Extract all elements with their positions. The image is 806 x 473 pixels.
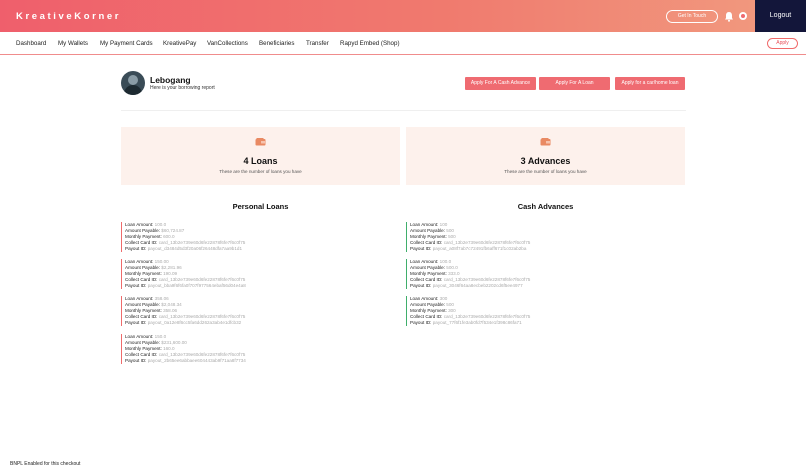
payout-value: payout_0a12e8f6cc5fa6dd262a3ab4e1dfcb32: [147, 320, 242, 326]
profile-avatar: [121, 71, 145, 95]
amount-payable-value: $2,281.96: [161, 265, 182, 271]
loan-amount-value: 300: [439, 296, 448, 301]
payout-value: payout_a08f7ab7c72491fb6aff671f1c02ab2ba: [432, 246, 527, 252]
loan-amount-value: 100.0: [439, 259, 452, 264]
advance-entry: Loan Amount: 300 Amount Payable: 500 Mon…: [406, 296, 666, 327]
collect-card-value: card_13b2e739e60d6fe22878f6fe7f6c0f75: [158, 240, 246, 246]
amount-payable-value: $2,048.34: [161, 302, 182, 308]
nav-item-rapyd-embed[interactable]: Rapyd Embed (Shop): [340, 40, 400, 47]
amount-payable-value: $231,600.00: [161, 340, 187, 346]
wallet-icon: [255, 138, 266, 146]
apply-cash-advance-button[interactable]: Apply For A Cash Advance: [465, 77, 536, 90]
loan-amount-value: 358.06: [154, 296, 169, 301]
amount-payable-value: 500: [446, 228, 454, 234]
payout-value: payout_bba9f6f6fa0f707f977564ebaf56d04e4…: [147, 283, 246, 289]
advances-description: These are the number of loans you have: [504, 169, 587, 174]
monthly-payment-value: 190.09: [163, 271, 178, 277]
loan-amount-value: 100: [439, 222, 448, 227]
collect-card-value: card_13b2e739e60d6fe22878f6fe7f6c0f75: [158, 352, 246, 358]
apply-loan-button[interactable]: Apply For A Loan: [539, 77, 610, 90]
top-bar: KreativeKorner Get In Touch Logout: [0, 0, 806, 32]
main-nav: Dashboard My Wallets My Payment Cards Kr…: [0, 32, 806, 55]
wallet-icon: [540, 138, 551, 146]
collect-card-value: card_13b2e739e60d6fe22878f6fe7f6c0f75: [443, 314, 531, 320]
payout-value: payout_3046f64aa8ecbeb2202cd6f5ee4977: [432, 283, 523, 289]
advances-count: 3 Advances: [520, 156, 571, 166]
loans-description: These are the number of loans you have: [219, 169, 302, 174]
loan-entry: Loan Amount: 358.06 Amount Payable: $2,0…: [121, 296, 381, 327]
payout-value: payout_2b65ee6abbaee604443ab9f71aa8f7734: [147, 358, 246, 364]
profile-name: Lebogang: [150, 75, 191, 85]
personal-loans-title: Personal Loans: [232, 202, 289, 211]
profile-subtitle: Here is your borrowing report: [150, 85, 215, 91]
collect-card-value: card_13b2e739e60d6fe22878f6fe7f6c0f75: [158, 314, 246, 320]
nav-item-my-wallets[interactable]: My Wallets: [58, 40, 88, 47]
brand-logo[interactable]: KreativeKorner: [16, 11, 121, 22]
nav-item-my-payment-cards[interactable]: My Payment Cards: [100, 40, 153, 47]
loan-amount-value: 150.00: [154, 259, 169, 264]
monthly-payment-value: 600.0: [163, 234, 175, 240]
bell-icon[interactable]: [724, 11, 734, 22]
advances-summary-card: 3 Advances These are the number of loans…: [406, 127, 685, 185]
divider: [121, 110, 686, 111]
amount-payable-value: $60,724.87: [161, 228, 185, 234]
payout-value: payout_d3484d5d3f20a06f26448dfa7aa9b1d1: [147, 246, 243, 252]
monthly-payment-value: 160.0: [163, 346, 175, 352]
user-avatar-icon[interactable]: [739, 12, 747, 20]
loan-entry: Loan Amount: 150.00 Amount Payable: $2,2…: [121, 259, 381, 290]
loan-amount-value: 150.0: [154, 334, 167, 339]
advance-entry: Loan Amount: 100.0 Amount Payable: 500.0…: [406, 259, 666, 290]
loan-amount-value: 100.0: [154, 222, 167, 227]
monthly-payment-value: 300: [448, 308, 456, 314]
collect-card-value: card_13b2e739e60d6fe22878f6fe7f6c0f75: [443, 240, 531, 246]
loans-count: 4 Loans: [243, 156, 278, 166]
monthly-payment-value: 358.06: [163, 308, 178, 314]
payout-value: payout_77f6f1fe3ab0fd7f534e1f398c86fa71: [432, 320, 522, 326]
nav-item-kreativepay[interactable]: KreativePay: [163, 40, 196, 47]
collect-card-value: card_13b2e739e60d6fe22878f6fe7f6c0f75: [443, 277, 531, 283]
monthly-payment-value: 333.0: [448, 271, 460, 277]
apply-car-home-loan-button[interactable]: Apply for a car/home loan: [615, 77, 685, 90]
nav-item-transfer[interactable]: Transfer: [306, 40, 329, 47]
nav-item-vancollections[interactable]: VanCollections: [207, 40, 248, 47]
amount-payable-value: 500.0: [446, 265, 458, 271]
get-in-touch-button[interactable]: Get In Touch: [666, 10, 718, 23]
advance-entry: Loan Amount: 100 Amount Payable: 500 Mon…: [406, 222, 666, 253]
cash-advances-title: Cash Advances: [517, 202, 574, 211]
nav-item-beneficiaries[interactable]: Beneficiaries: [259, 40, 294, 47]
apply-button[interactable]: Apply: [767, 38, 798, 49]
bnpl-status-note: BNPL Enabled for this checkout: [10, 461, 81, 467]
loan-entry: Loan Amount: 150.0 Amount Payable: $231,…: [121, 334, 381, 365]
nav-item-dashboard[interactable]: Dashboard: [16, 40, 46, 47]
monthly-payment-value: 500: [448, 234, 456, 240]
loan-entry: Loan Amount: 100.0 Amount Payable: $60,7…: [121, 222, 381, 253]
logout-button[interactable]: Logout: [755, 0, 806, 32]
collect-card-value: card_13b2e739e60d6fe22878f6fe7f6c0f75: [158, 277, 246, 283]
loans-summary-card: 4 Loans These are the number of loans yo…: [121, 127, 400, 185]
amount-payable-value: 500: [446, 302, 454, 308]
